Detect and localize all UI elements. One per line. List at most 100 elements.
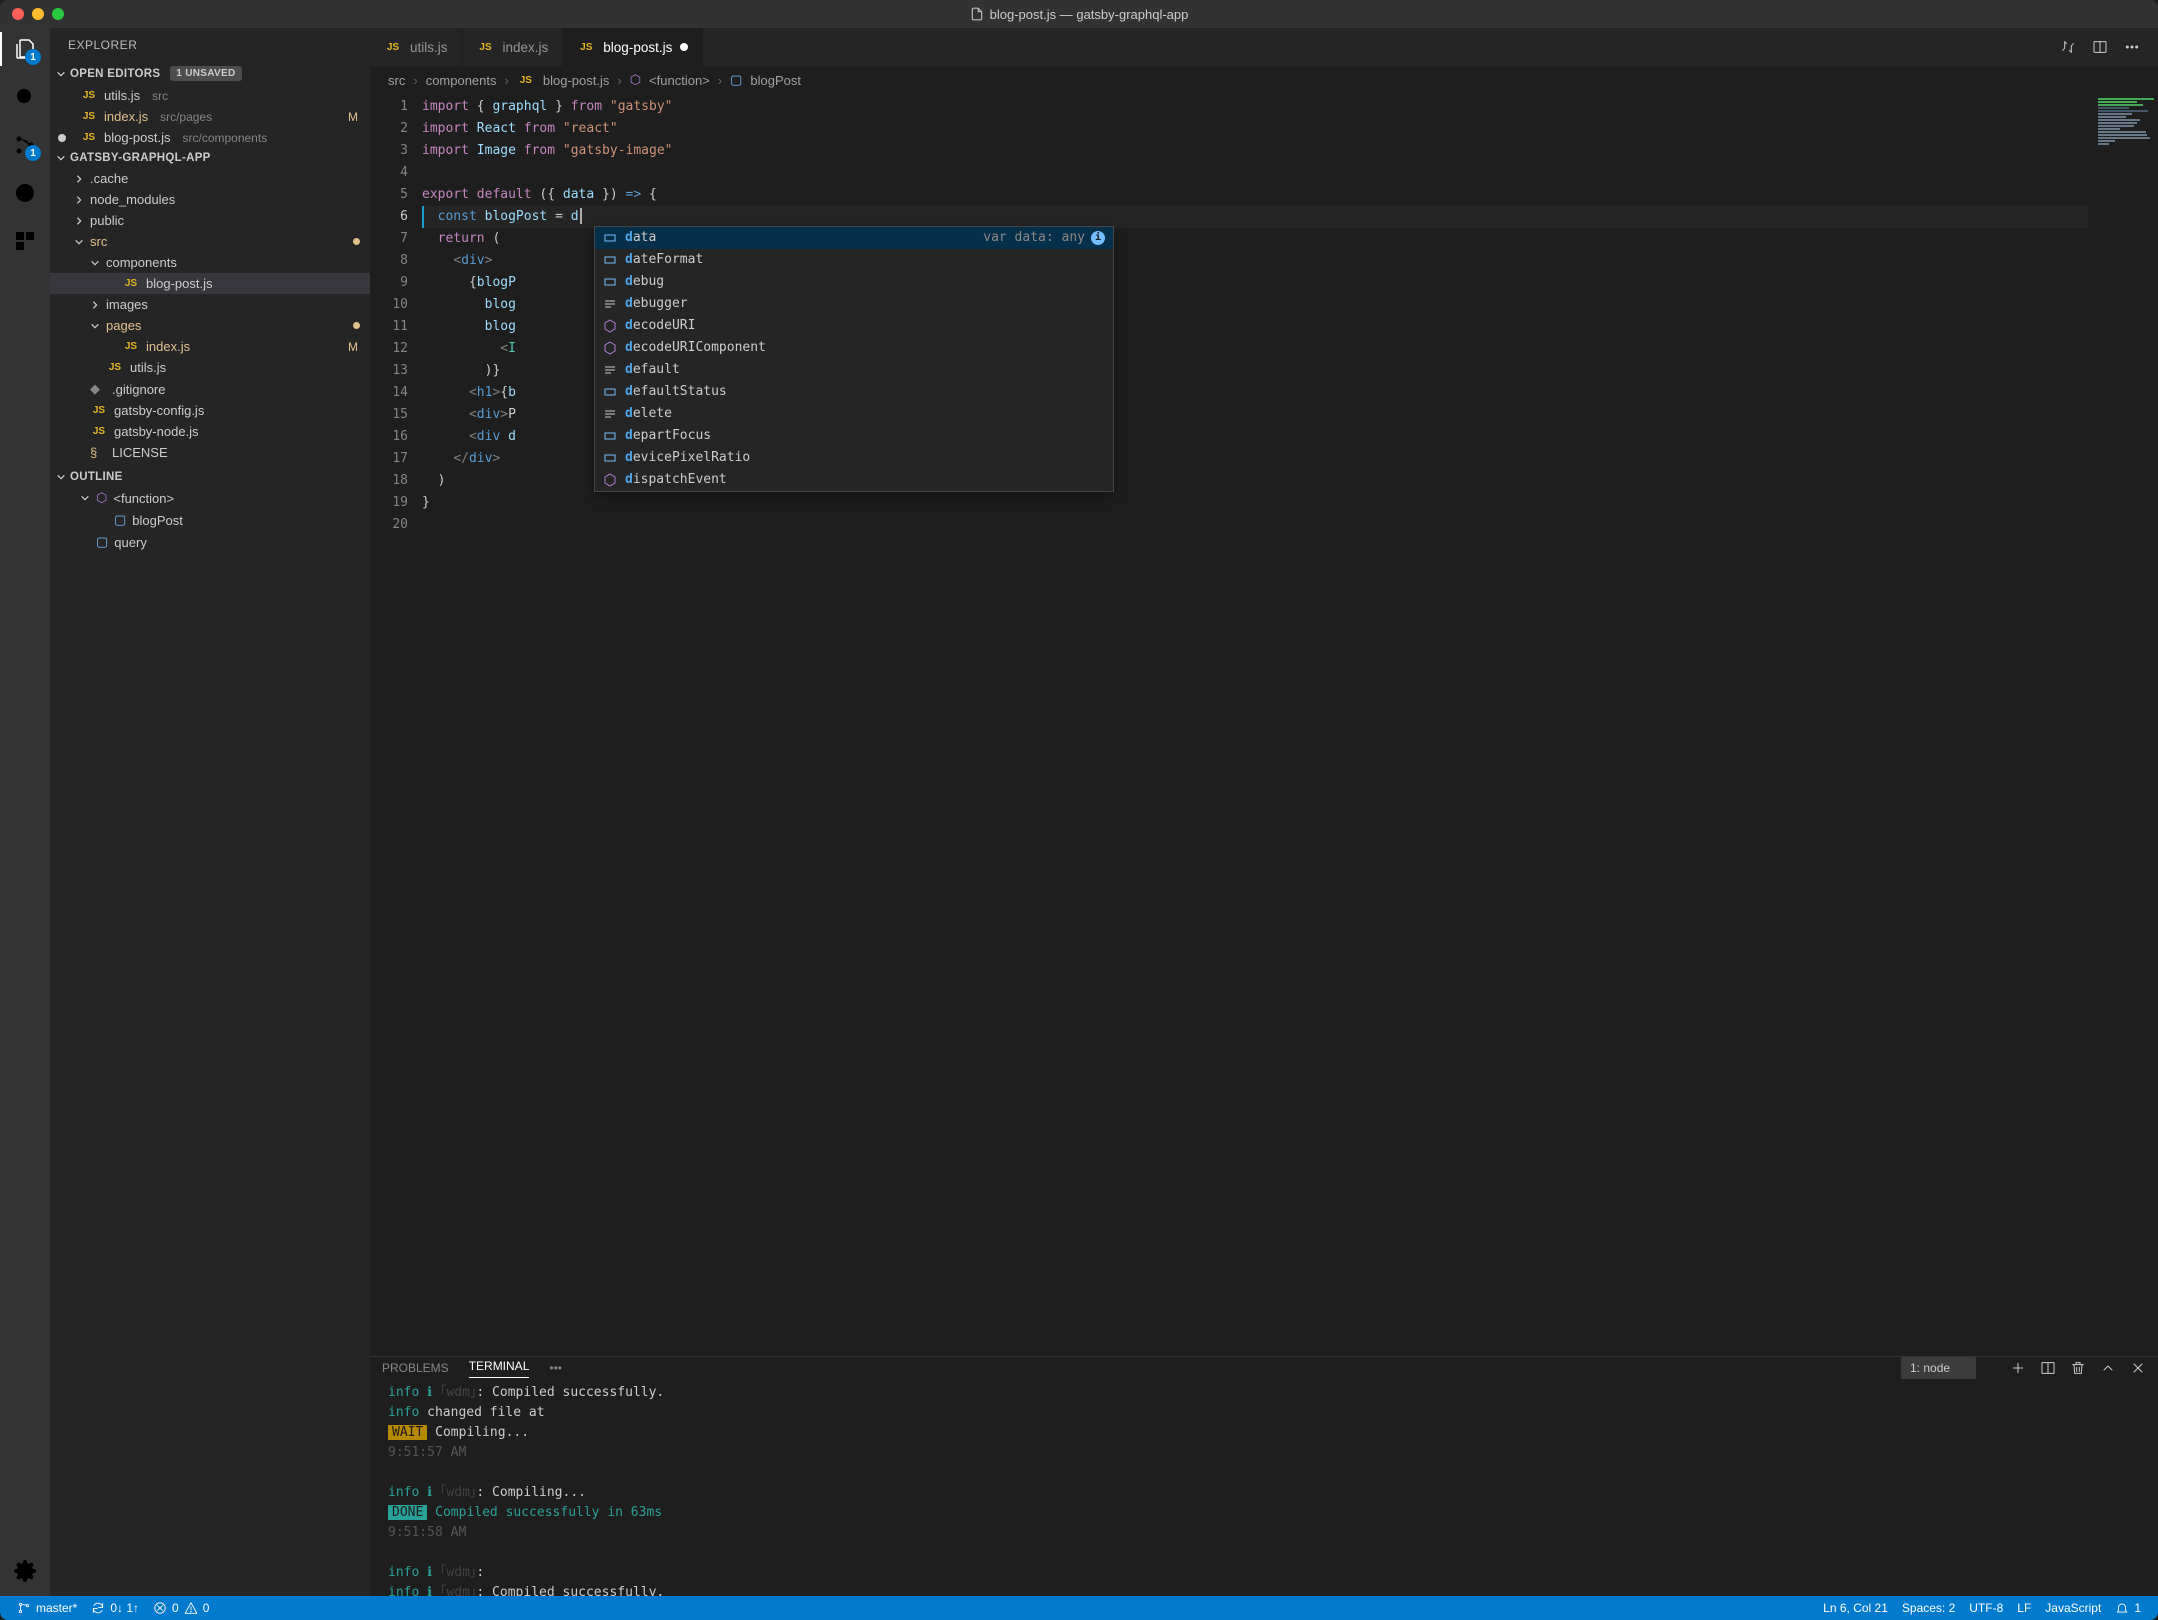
suggest-item[interactable]: decodeURI — [595, 315, 1113, 337]
activity-scm[interactable]: 1 — [12, 132, 38, 158]
unsaved-badge: 1 UNSAVED — [170, 66, 241, 81]
status-encoding[interactable]: UTF-8 — [1962, 1601, 2010, 1615]
open-editor-item[interactable]: JSutils.jssrc — [50, 85, 370, 106]
breadcrumb-seg[interactable]: src — [388, 73, 405, 88]
file-item[interactable]: JSutils.js — [50, 357, 370, 378]
folder-item[interactable]: components — [50, 252, 370, 273]
suggest-item[interactable]: debugger — [595, 293, 1113, 315]
editor-body[interactable]: 1234567891011121314151617181920 import {… — [370, 94, 2158, 1356]
panel-tab-terminal[interactable]: TERMINAL — [469, 1359, 530, 1378]
project-tree: .cachenode_modulespublicsrccomponentsJSb… — [50, 168, 370, 463]
breadcrumb-seg[interactable]: <function> — [649, 73, 710, 88]
file-item[interactable]: JSgatsby-config.js — [50, 400, 370, 421]
suggest-item[interactable]: datavar data: anyi — [595, 227, 1113, 249]
search-icon — [13, 85, 37, 109]
project-header[interactable]: GATSBY-GRAPHQL-APP — [50, 148, 370, 168]
status-notifications[interactable]: 1 — [2108, 1601, 2148, 1615]
status-eol[interactable]: LF — [2010, 1601, 2038, 1615]
new-terminal-icon[interactable] — [2010, 1360, 2026, 1376]
folder-item[interactable]: public — [50, 210, 370, 231]
folder-item[interactable]: pages — [50, 315, 370, 336]
suggest-item[interactable]: dateFormat — [595, 249, 1113, 271]
code-area[interactable]: import { graphql } from "gatsby"import R… — [422, 94, 2088, 1356]
activity-debug[interactable] — [12, 180, 38, 206]
outline-item[interactable]: ⬡<function> — [50, 487, 370, 509]
suggest-item[interactable]: default — [595, 359, 1113, 381]
suggest-item[interactable]: decodeURIComponent — [595, 337, 1113, 359]
window-title: blog-post.js — gatsby-graphql-app — [0, 7, 2158, 22]
file-item[interactable]: ◆.gitignore — [50, 378, 370, 400]
editor-tab[interactable]: JSindex.js — [463, 28, 564, 66]
status-language[interactable]: JavaScript — [2038, 1601, 2108, 1615]
scm-badge: 1 — [25, 145, 41, 161]
file-item[interactable]: JSindex.jsM — [50, 336, 370, 357]
project-label: GATSBY-GRAPHQL-APP — [70, 152, 211, 164]
breadcrumb[interactable]: src › components › JS blog-post.js › ⬡ <… — [370, 66, 2158, 94]
suggest-item[interactable]: delete — [595, 403, 1113, 425]
outline-label: OUTLINE — [70, 471, 123, 483]
maximize-panel-icon[interactable] — [2100, 1360, 2116, 1376]
maximize-window-button[interactable] — [52, 8, 64, 20]
debug-icon — [13, 181, 37, 205]
folder-item[interactable]: src — [50, 231, 370, 252]
explorer-sidebar: EXPLORER OPEN EDITORS 1 UNSAVED JSutils.… — [50, 28, 370, 1596]
close-window-button[interactable] — [12, 8, 24, 20]
kill-terminal-icon[interactable] — [2070, 1360, 2086, 1376]
suggest-item[interactable]: defaultStatus — [595, 381, 1113, 403]
breadcrumb-seg[interactable]: blogPost — [750, 73, 801, 88]
outline-item[interactable]: ▢blogPost — [50, 509, 370, 531]
status-sync[interactable]: 0↓ 1↑ — [84, 1601, 146, 1615]
compare-changes-icon[interactable] — [2060, 39, 2076, 55]
chevron-down-icon — [56, 69, 66, 79]
status-cursor[interactable]: Ln 6, Col 21 — [1816, 1601, 1895, 1615]
folder-item[interactable]: images — [50, 294, 370, 315]
panel-tab-problems[interactable]: PROBLEMS — [382, 1361, 449, 1375]
open-editors-header[interactable]: OPEN EDITORS 1 UNSAVED — [50, 62, 370, 85]
panel-tab-more[interactable]: ••• — [549, 1361, 562, 1375]
suggest-item[interactable]: devicePixelRatio — [595, 447, 1113, 469]
terminal-select[interactable]: 1: node — [1901, 1357, 1976, 1379]
sync-icon — [91, 1601, 105, 1615]
split-terminal-icon[interactable] — [2040, 1360, 2056, 1376]
status-spaces[interactable]: Spaces: 2 — [1895, 1601, 1962, 1615]
traffic-lights — [12, 8, 64, 20]
open-editor-item[interactable]: JSblog-post.jssrc/components — [50, 127, 370, 148]
file-item[interactable]: JSgatsby-node.js — [50, 421, 370, 442]
folder-item[interactable]: node_modules — [50, 189, 370, 210]
autocomplete-popup[interactable]: datavar data: anyidateFormatdebugdebugge… — [594, 226, 1114, 492]
breadcrumb-seg[interactable]: components — [426, 73, 497, 88]
terminal-selector[interactable]: 1: node — [1901, 1357, 1976, 1379]
open-editor-item[interactable]: JSindex.jssrc/pagesM — [50, 106, 370, 127]
suggest-item[interactable]: debug — [595, 271, 1113, 293]
gear-icon — [13, 1559, 37, 1583]
editor-tab[interactable]: JSblog-post.js — [563, 28, 703, 66]
file-item[interactable]: JSblog-post.js — [50, 273, 370, 294]
status-bar: master* 0↓ 1↑ 0 0 Ln 6, Col 21 Spaces: 2… — [0, 1596, 2158, 1620]
activity-explorer[interactable]: 1 — [12, 36, 38, 62]
terminal-output[interactable]: info ℹ ｢wdm｣: Compiled successfully. inf… — [370, 1379, 2158, 1607]
activity-extensions[interactable] — [12, 228, 38, 254]
editor-tab[interactable]: JSutils.js — [370, 28, 463, 66]
activity-settings[interactable] — [12, 1558, 38, 1584]
outline-header[interactable]: OUTLINE — [50, 467, 370, 487]
activity-search[interactable] — [12, 84, 38, 110]
breadcrumb-seg[interactable]: blog-post.js — [543, 73, 609, 88]
titlebar: blog-post.js — gatsby-graphql-app — [0, 0, 2158, 28]
close-panel-icon[interactable] — [2130, 1360, 2146, 1376]
minimap[interactable] — [2088, 94, 2158, 1356]
file-item[interactable]: §LICENSE — [50, 442, 370, 463]
more-actions-icon[interactable] — [2124, 39, 2140, 55]
folder-item[interactable]: .cache — [50, 168, 370, 189]
minimize-window-button[interactable] — [32, 8, 44, 20]
split-editor-icon[interactable] — [2092, 39, 2108, 55]
outline-item[interactable]: ▢query — [50, 531, 370, 553]
status-problems[interactable]: 0 0 — [146, 1601, 216, 1615]
suggest-item[interactable]: departFocus — [595, 425, 1113, 447]
status-branch[interactable]: master* — [10, 1601, 84, 1615]
panel-actions — [2010, 1360, 2146, 1376]
sidebar-title: EXPLORER — [50, 28, 370, 62]
outline-list: ⬡<function>▢blogPost▢query — [50, 487, 370, 553]
branch-icon — [17, 1601, 31, 1615]
panel-tabbar: PROBLEMS TERMINAL ••• 1: node — [370, 1357, 2158, 1379]
suggest-item[interactable]: dispatchEvent — [595, 469, 1113, 491]
